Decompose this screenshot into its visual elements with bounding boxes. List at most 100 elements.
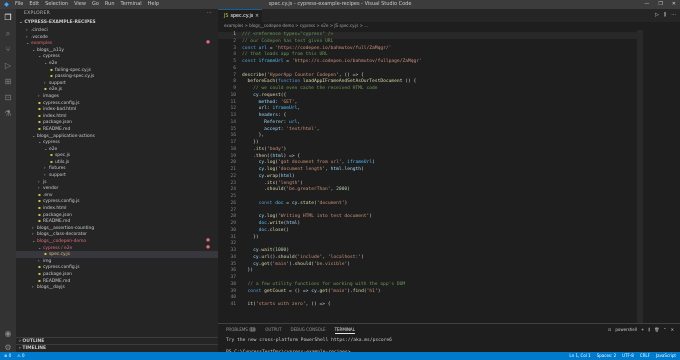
search-icon[interactable]: ⌕ — [3, 29, 13, 39]
tree-folder[interactable]: › blogs__class-decorator — [16, 231, 218, 238]
trash-icon[interactable]: 🗑 — [654, 326, 659, 334]
code-line[interactable]: 22 cy.wrap(html) — [218, 174, 638, 181]
tab-debug-console[interactable]: DEBUG CONSOLE — [291, 326, 326, 334]
debug-icon[interactable]: ▷ — [3, 61, 13, 71]
errors-count[interactable]: ⊗ 0 — [4, 352, 11, 360]
tree-folder[interactable]: ⌄ blogs__application-actions — [16, 133, 218, 140]
code-line[interactable]: 35 cy.get('main').should('be.visible') — [218, 262, 638, 269]
code-line[interactable]: 30 doc.close() — [218, 228, 638, 235]
maximize-button[interactable]: ❐ — [658, 0, 662, 9]
code-line[interactable]: 40 — [218, 295, 638, 302]
tree-file[interactable]: ▪ index-bad.html — [16, 106, 218, 113]
code-line[interactable]: 24 .should('be.greaterThan', 2000) — [218, 187, 638, 194]
line-endings[interactable]: CRLF — [640, 352, 650, 360]
testing-icon[interactable]: ⚗ — [3, 109, 13, 119]
files-icon[interactable]: ❐ — [3, 13, 13, 23]
code-line[interactable]: 17 }) — [218, 140, 638, 147]
account-icon[interactable]: ◉ — [3, 329, 13, 339]
cursor-position[interactable]: Ln 1, Col 1 — [569, 352, 590, 360]
run-icon[interactable]: ▷ — [655, 9, 659, 22]
code-line[interactable]: 34 cy.url().should('include', 'localhost… — [218, 255, 638, 262]
minimize-button[interactable]: — — [644, 0, 649, 9]
encoding[interactable]: UTF-8 — [622, 352, 634, 360]
close-window-button[interactable]: ✕ — [672, 0, 676, 9]
code-line[interactable]: 15 accept: 'text/html', — [218, 127, 638, 134]
code-editor[interactable]: 1 /// <reference types="cypress" /> 2 // ou… — [218, 30, 680, 323]
code-line[interactable]: 21 cy.log('document length', html.length… — [218, 167, 638, 174]
code-line[interactable]: 28 cy.log('Writing HTML into test docume… — [218, 214, 638, 221]
tree-folder[interactable]: ⌄ examples ● — [16, 40, 218, 47]
code-line[interactable]: 10 cy.request({ — [218, 93, 638, 100]
source-control-icon[interactable]: ⑂ — [3, 45, 13, 55]
tree-file[interactable]: ▪ index.html — [16, 205, 218, 212]
code-line[interactable]: 5 const iframeUrl = 'https://s.codepen.io… — [218, 59, 638, 66]
workspace-root[interactable]: ⌄ CYPRESS-EXAMPLE-RECIPES — [16, 19, 218, 27]
tree-folder[interactable]: › blogs__dayjs — [16, 284, 218, 291]
tree-folder[interactable]: ⌄ blogs__codepen-demo ● — [16, 238, 218, 245]
code-line[interactable]: 14 Referer: url, — [218, 120, 638, 127]
tree-folder[interactable]: › images — [16, 93, 218, 100]
tree-file[interactable]: ▪ index.html — [16, 113, 218, 120]
code-line[interactable]: 20 cy.log('got document from url', ifram… — [218, 160, 638, 167]
code-line[interactable]: 6 — [218, 66, 638, 73]
tree-file[interactable]: ▪ cypress.config.js — [16, 100, 218, 107]
tree-file[interactable]: ▪ cypress.config.js — [16, 198, 218, 205]
code-line[interactable]: 39 const getCount = () => cy.get('main')… — [218, 289, 638, 296]
tree-folder[interactable]: ⌄ cypress / e2e ● — [16, 245, 218, 252]
tree-folder[interactable]: › js — [16, 179, 218, 186]
tree-folder[interactable]: › .circleci — [16, 27, 218, 34]
code-line[interactable]: 8 beforeEach(function loadAppIFrameAndSe… — [218, 79, 638, 86]
code-line[interactable]: 38 // a few utility functions for workin… — [218, 282, 638, 289]
tree-folder[interactable]: ⌄ blogs__a11y — [16, 47, 218, 54]
timeline-section[interactable]: › TIMELINE — [16, 344, 218, 352]
remote-icon[interactable]: ⊡ — [3, 93, 13, 103]
tab-spec-cy-js[interactable]: JS spec.cy.js × — [218, 9, 262, 22]
code-line[interactable]: 26 const doc = cy.state('document') — [218, 201, 638, 208]
code-line[interactable]: 25 — [218, 194, 638, 201]
tree-folder[interactable]: › .vscode — [16, 34, 218, 41]
code-line[interactable]: 41 it('starts with zero', () => { — [218, 302, 638, 309]
explorer-more-button[interactable]: ··· — [207, 9, 212, 19]
tree-folder[interactable]: › vendor — [16, 185, 218, 192]
tree-file[interactable]: ▪ package.json — [16, 271, 218, 278]
tree-file[interactable]: ▪ README.md — [16, 218, 218, 225]
tree-file[interactable]: ▪ passing-spec.cy.js — [16, 73, 218, 80]
split-editor-icon[interactable]: ⫼ — [664, 9, 666, 22]
code-line[interactable]: 18 .its('body') — [218, 147, 638, 154]
split-terminal-icon[interactable]: ⫼ — [648, 326, 650, 334]
code-line[interactable]: 31 }) — [218, 235, 638, 242]
tree-folder[interactable]: ⌄ e2e — [16, 60, 218, 67]
tree-file[interactable]: ▪ .env — [16, 192, 218, 199]
new-terminal-icon[interactable]: + — [641, 326, 644, 334]
code-line[interactable]: 12 url: iframeUrl, — [218, 106, 638, 113]
more-actions-icon[interactable]: ··· — [671, 9, 676, 22]
tab-problems[interactable]: PROBLEMS 14 — [226, 326, 257, 334]
tree-file[interactable]: ▪ utils.js — [16, 159, 218, 166]
code-line[interactable]: 37 — [218, 275, 638, 282]
code-line[interactable]: 16 }, — [218, 133, 638, 140]
tree-file[interactable]: ▪ cypress.config.js — [16, 264, 218, 271]
close-panel-icon[interactable]: ✕ — [671, 326, 674, 334]
code-line[interactable]: 13 headers: { — [218, 113, 638, 120]
breadcrumb[interactable]: examples > blogs__codepen-demo > cypress… — [218, 22, 680, 30]
code-line[interactable]: 9 // we could even cache the received HT… — [218, 86, 638, 93]
terminal-name[interactable]: powershell — [615, 326, 637, 334]
tree-folder[interactable]: ⌄ cypress — [16, 139, 218, 146]
tree-file[interactable]: ▪ e2e.js — [16, 86, 218, 93]
tree-folder[interactable]: › img — [16, 258, 218, 265]
tree-file[interactable]: ▪ README.md — [16, 278, 218, 285]
tree-file[interactable]: ▪ spec.cy.js — [16, 251, 218, 258]
tree-file[interactable]: ▪ failing-spec.cy.js — [16, 67, 218, 74]
code-line[interactable]: 4 // that loads app from this URL — [218, 52, 638, 59]
extensions-icon[interactable]: ⊞ — [3, 77, 13, 87]
code-line[interactable]: 2 // our Codepen has test given URL — [218, 39, 638, 46]
tree-folder[interactable]: › blogs__assertion-counting — [16, 225, 218, 232]
code-line[interactable]: 32 — [218, 241, 638, 248]
tree-folder[interactable]: › support — [16, 172, 218, 179]
tab-terminal[interactable]: TERMINAL — [334, 326, 355, 334]
language-mode[interactable]: JavaScript — [656, 352, 676, 360]
code-line[interactable]: 36 }) — [218, 268, 638, 275]
tree-file[interactable]: ▪ spec.js — [16, 152, 218, 159]
tree-file[interactable]: ▪ package.json — [16, 212, 218, 219]
tree-file[interactable]: ▪ package.json — [16, 119, 218, 126]
